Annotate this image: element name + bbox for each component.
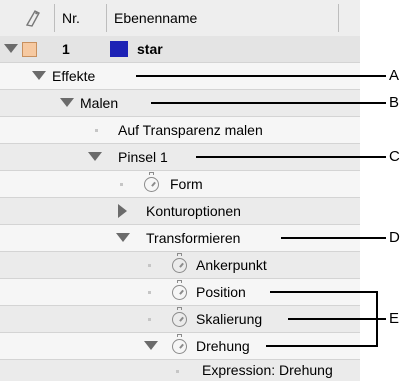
expand-layer-twirl[interactable] [4, 44, 18, 53]
tree-row-anchor-point[interactable]: Ankerpunkt [0, 252, 360, 279]
callout-line-a [136, 75, 386, 77]
solid-color-icon [110, 41, 128, 57]
paint-label: Malen [80, 95, 119, 111]
callout-letter-e: E [389, 310, 400, 327]
stopwatch-icon[interactable] [172, 334, 187, 354]
stopwatch-icon[interactable] [172, 307, 187, 327]
stopwatch-icon[interactable] [144, 172, 159, 192]
callout-line-e-top [270, 291, 377, 293]
callout-letter-b: B [389, 94, 400, 111]
column-header: Nr. Ebenenname [0, 0, 360, 37]
callout-letter-c: C [389, 148, 400, 165]
tree-row-paint-on-transparent[interactable]: Auf Transparenz malen [0, 117, 360, 144]
callout-line-e-stub [376, 318, 386, 320]
callout-line-d [281, 237, 386, 239]
expand-paint-twirl[interactable] [60, 98, 74, 107]
header-nr[interactable]: Nr. [62, 10, 80, 26]
tree-dot [176, 370, 179, 373]
callout-letter-d: D [389, 229, 400, 246]
paint-transparent-label: Auf Transparenz malen [118, 122, 263, 138]
header-divider [54, 4, 55, 32]
tree-dot [95, 129, 98, 132]
stroke-options-label: Konturoptionen [146, 203, 241, 219]
expand-rotation-twirl[interactable] [144, 341, 158, 350]
expand-stroke-options-twirl[interactable] [118, 204, 127, 218]
tree-row-stroke-options[interactable]: Konturoptionen [0, 198, 360, 225]
header-layer-name[interactable]: Ebenenname [114, 10, 197, 26]
expression-label: Expression: Drehung [202, 362, 333, 378]
tree-dot [148, 318, 151, 321]
header-divider [338, 4, 339, 32]
effects-label: Effekte [52, 68, 96, 84]
timeline-layer-panel: Nr. Ebenenname 1 star Effekte Malen Auf … [0, 0, 360, 381]
label-tag-icon[interactable] [24, 8, 42, 31]
layer-number: 1 [62, 41, 70, 57]
brush-label: Pinsel 1 [118, 149, 168, 165]
rotation-label: Drehung [196, 338, 250, 354]
layer-row[interactable]: 1 star [0, 36, 360, 63]
callout-line-e-mid [288, 318, 377, 320]
tree-dot [148, 291, 151, 294]
stopwatch-icon[interactable] [172, 253, 187, 273]
scale-label: Skalierung [196, 311, 263, 327]
transform-label: Transformieren [146, 230, 241, 246]
position-label: Position [196, 284, 246, 300]
layer-name[interactable]: star [137, 41, 163, 57]
callout-line-b [151, 102, 386, 104]
expand-effects-twirl[interactable] [32, 71, 46, 80]
tree-dot [148, 264, 151, 267]
callout-letter-a: A [389, 67, 400, 84]
label-color-swatch[interactable] [22, 42, 37, 57]
callout-line-c [196, 156, 386, 158]
stopwatch-icon[interactable] [172, 280, 187, 300]
header-divider [106, 4, 107, 32]
tree-row-shape[interactable]: Form [0, 171, 360, 198]
expand-transform-twirl[interactable] [116, 233, 130, 242]
tree-row-expression[interactable]: Expression: Drehung [0, 360, 360, 381]
anchor-label: Ankerpunkt [196, 257, 267, 273]
expand-brush-twirl[interactable] [88, 152, 102, 161]
shape-label: Form [170, 176, 203, 192]
callout-line-e-bottom [266, 345, 377, 347]
tree-dot [120, 183, 123, 186]
